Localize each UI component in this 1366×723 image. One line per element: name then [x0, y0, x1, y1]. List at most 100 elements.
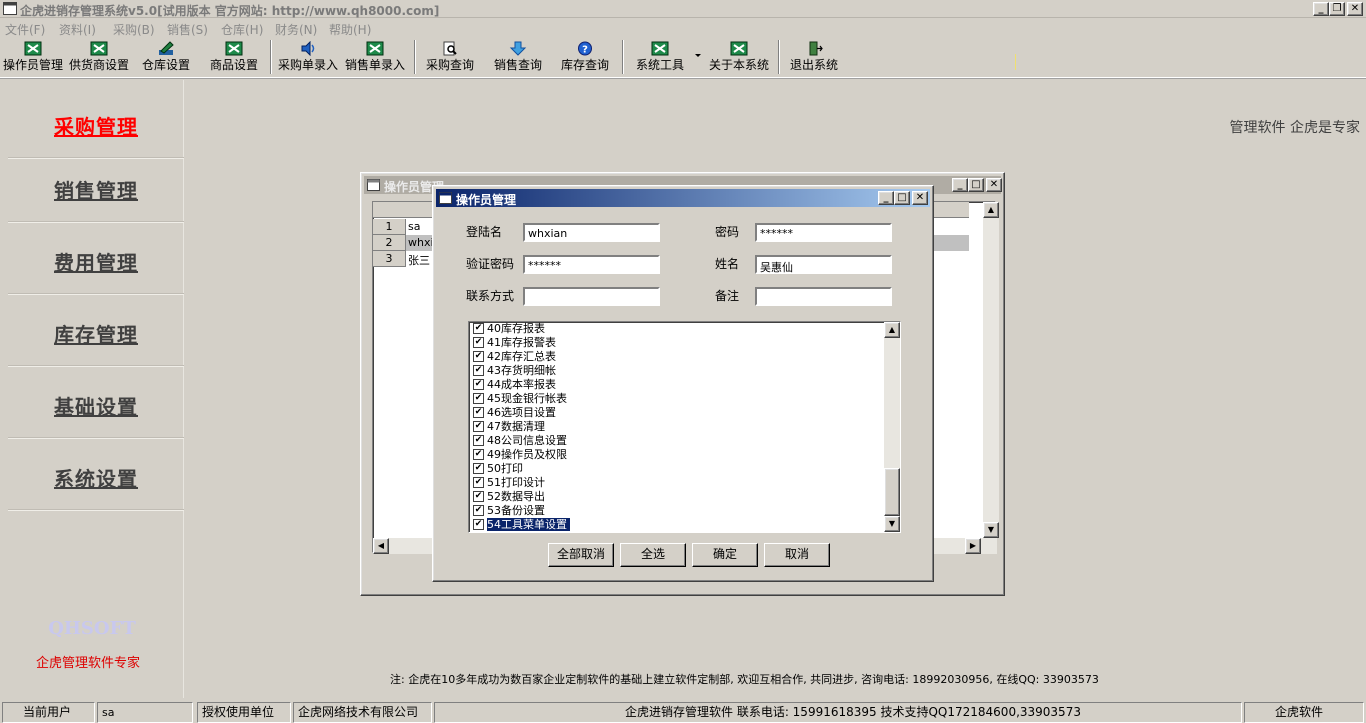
right-slogan: 管理软件 企虎是专家 [1229, 120, 1360, 136]
list-item[interactable]: ✔ 52数据导出 [471, 490, 885, 504]
nav-system-settings[interactable]: 系统设置 [8, 438, 184, 510]
scroll-right-icon[interactable]: ▶ [965, 538, 981, 554]
remark-field[interactable] [755, 287, 892, 306]
name-label: 姓名 [715, 257, 740, 271]
licensee-value: 企虎网络技术有限公司 [293, 702, 432, 723]
restore-button[interactable]: ❐ [1329, 2, 1345, 16]
ok-button[interactable]: 确定 [692, 543, 758, 567]
scroll-down-icon[interactable]: ▼ [884, 516, 900, 532]
checkbox-checked-icon[interactable]: ✔ [473, 435, 484, 446]
checkbox-checked-icon[interactable]: ✔ [473, 337, 484, 348]
checkbox-checked-icon[interactable]: ✔ [473, 505, 484, 516]
nav-sales[interactable]: 销售管理 [8, 150, 184, 222]
minimize-button[interactable]: _ [1313, 2, 1329, 16]
checkbox-checked-icon[interactable]: ✔ [473, 407, 484, 418]
close-button[interactable]: ✕ [1347, 2, 1363, 16]
verify-password-field[interactable]: ****** [523, 255, 660, 274]
warehouse-setup-button[interactable]: 仓库设置 [140, 39, 192, 75]
maximize-button[interactable]: □ [968, 178, 984, 192]
list-item[interactable]: ✔ 51打印设计 [471, 476, 885, 490]
system-tools-button[interactable]: 系统工具 [634, 39, 686, 75]
list-item[interactable]: ✔ 47数据清理 [471, 420, 885, 434]
purchase-entry-button[interactable]: 采购单录入 [277, 39, 339, 75]
list-item[interactable]: ✔ 48公司信息设置 [471, 434, 885, 448]
list-item[interactable]: ✔ 41库存报警表 [471, 336, 885, 350]
list-item[interactable]: ✔ 40库存报表 [471, 322, 885, 336]
checkbox-checked-icon[interactable]: ✔ [473, 393, 484, 404]
status-bar: 当前用户 sa 授权使用单位 企虎网络技术有限公司 企虎进销存管理软件 联系电话… [0, 700, 1366, 723]
operator-mgmt-button[interactable]: 操作员管理 [2, 39, 64, 75]
contact-field[interactable] [523, 287, 660, 306]
maximize-button[interactable]: □ [894, 191, 910, 205]
login-label: 登陆名 [466, 225, 503, 239]
checkbox-checked-icon[interactable]: ✔ [473, 351, 484, 362]
list-item[interactable]: ✔ 45现金银行帐表 [471, 392, 885, 406]
close-button[interactable]: ✕ [986, 178, 1002, 192]
sales-entry-button[interactable]: 销售单录入 [344, 39, 406, 75]
list-item[interactable]: ✔ 53备份设置 [471, 504, 885, 518]
menu-finance[interactable]: 财务(N) [275, 21, 317, 38]
checklist-scrollbar[interactable]: ▲ ▼ [884, 322, 900, 532]
scroll-down-icon[interactable]: ▼ [983, 522, 999, 538]
list-item[interactable]: ✔ 42库存汇总表 [471, 350, 885, 364]
checkbox-checked-icon[interactable]: ✔ [473, 379, 484, 390]
cancel-button[interactable]: 取消 [764, 543, 830, 567]
close-button[interactable]: ✕ [912, 191, 928, 205]
select-all-button[interactable]: 全选 [620, 543, 686, 567]
scroll-thumb[interactable] [884, 468, 900, 516]
window-icon [367, 179, 380, 191]
menu-sales[interactable]: 销售(S) [167, 21, 208, 38]
exit-button[interactable]: 退出系统 [788, 39, 840, 75]
remark-label: 备注 [715, 289, 740, 303]
nav-stock[interactable]: 库存管理 [8, 294, 184, 366]
nav-purchase[interactable]: 采购管理 [8, 86, 184, 158]
minimize-button[interactable]: _ [878, 191, 894, 205]
menu-file[interactable]: 文件(F) [5, 21, 45, 38]
system-tools-dropdown[interactable] [693, 39, 703, 75]
login-field[interactable]: whxian [523, 223, 660, 242]
grid-icon [651, 41, 669, 56]
checkbox-checked-icon[interactable]: ✔ [473, 491, 484, 502]
current-user-value: sa [97, 702, 193, 723]
list-item[interactable]: ✔ 46选项目设置 [471, 406, 885, 420]
checkbox-checked-icon[interactable]: ✔ [473, 477, 484, 488]
menu-data[interactable]: 资料(I) [59, 21, 96, 38]
menu-warehouse[interactable]: 仓库(H) [221, 21, 263, 38]
brand-slogan: 企虎管理软件专家 [35, 656, 140, 671]
password-field[interactable]: ****** [755, 223, 892, 242]
toolbar-separator [622, 40, 624, 74]
checkbox-checked-icon[interactable]: ✔ [473, 463, 484, 474]
scroll-up-icon[interactable]: ▲ [983, 202, 999, 218]
list-item[interactable]: ✔ 50打印 [471, 462, 885, 476]
menu-help[interactable]: 帮助(H) [329, 21, 371, 38]
purchase-query-button[interactable]: 采购查询 [424, 39, 476, 75]
checkbox-checked-icon[interactable]: ✔ [473, 449, 484, 460]
nav-basic-settings[interactable]: 基础设置 [8, 366, 184, 438]
window-icon [439, 192, 452, 204]
grid-icon [24, 41, 42, 56]
checkbox-checked-icon[interactable]: ✔ [473, 421, 484, 432]
sales-query-button[interactable]: 销售查询 [492, 39, 544, 75]
about-button[interactable]: 关于本系统 [708, 39, 770, 75]
list-item[interactable]: ✔ 44成本率报表 [471, 378, 885, 392]
name-field[interactable]: 吴惠仙 [755, 255, 892, 274]
stock-query-button[interactable]: ? 库存查询 [559, 39, 611, 75]
scroll-up-icon[interactable]: ▲ [884, 322, 900, 338]
licensee-label: 授权使用单位 [197, 702, 291, 723]
minimize-button[interactable]: _ [952, 178, 968, 192]
product-setup-button[interactable]: 商品设置 [208, 39, 260, 75]
checkbox-checked-icon[interactable]: ✔ [473, 365, 484, 376]
dialog-title: 操作员管理 [456, 193, 517, 207]
menu-purchase[interactable]: 采购(B) [113, 21, 155, 38]
cancel-all-button[interactable]: 全部取消 [548, 543, 614, 567]
toolbar-separator [270, 40, 272, 74]
list-item[interactable]: ✔ 43存货明细帐 [471, 364, 885, 378]
list-item[interactable]: ✔ 49操作员及权限 [471, 448, 885, 462]
supplier-setup-button[interactable]: 供货商设置 [68, 39, 130, 75]
checkbox-checked-icon[interactable]: ✔ [473, 519, 484, 530]
list-item-selected[interactable]: ✔ 54工具菜单设置 [471, 518, 885, 532]
nav-expense[interactable]: 费用管理 [8, 222, 184, 294]
scroll-left-icon[interactable]: ◀ [373, 538, 389, 554]
vertical-scrollbar[interactable]: ▲ ▼ [983, 202, 999, 538]
checkbox-checked-icon[interactable]: ✔ [473, 323, 484, 334]
